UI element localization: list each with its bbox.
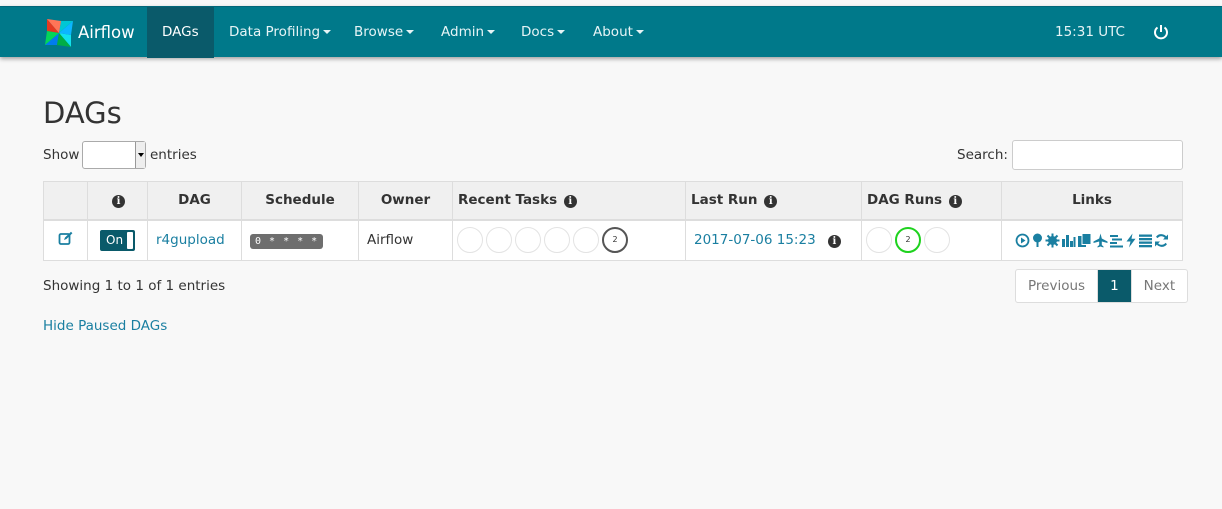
search-label: Search: [957,147,1008,163]
header-owner[interactable]: Owner [358,181,453,221]
nav-browse[interactable]: Browse [354,7,415,58]
nav-about[interactable]: About [593,7,644,58]
dags-table: i DAG Schedule Owner Recent Tasks i Last… [43,181,1183,261]
landing-times-icon[interactable] [1093,233,1108,248]
task-state-circle[interactable] [486,227,512,254]
pagination: Previous 1 Next [1015,269,1189,303]
schedule-cell: 0 * * * * [241,219,359,261]
nav-admin[interactable]: Admin [441,7,496,58]
schedule-badge[interactable]: 0 * * * * [250,233,324,249]
nav-docs[interactable]: Docs [521,7,566,58]
links-cell [1001,219,1183,261]
dag-run-circle[interactable] [866,227,892,254]
toggle-label: On [106,232,124,247]
brand-name: Airflow [78,23,135,42]
last-run-link[interactable]: 2017-07-06 15:23 [694,232,816,248]
recent-tasks-cell: 2 [452,219,686,261]
nav-data-profiling-label: Data Profiling [229,24,321,40]
info-icon[interactable]: i [563,195,577,209]
dag-cell: r4gupload [147,219,242,261]
task-tries-icon[interactable] [1077,232,1092,248]
toggle-cell: On [87,219,148,261]
task-state-circle[interactable] [515,227,541,254]
nav-docs-label: Docs [521,24,555,40]
info-icon: i [112,195,125,209]
header-last-run-label: Last Run [691,192,758,209]
show-label: Show [43,147,80,163]
select-arrow-icon [135,142,145,168]
info-icon[interactable]: i [948,195,962,209]
caret-down-icon [635,30,644,34]
edit-icon[interactable] [58,231,73,246]
header-schedule[interactable]: Schedule [241,181,359,221]
dag-run-circle[interactable] [924,227,950,254]
header-recent-tasks-label: Recent Tasks [458,192,558,209]
brand-logo[interactable]: Airflow [43,7,135,58]
header-last-run[interactable]: Last Run i [685,181,862,221]
caret-down-icon [323,30,332,34]
gantt-icon[interactable] [1109,233,1124,248]
search-input[interactable] [1012,140,1183,170]
dag-pause-toggle[interactable]: On [100,229,135,251]
caret-down-icon [487,30,496,34]
links-icon-group [1007,232,1177,248]
header-recent-tasks[interactable]: Recent Tasks i [452,181,686,221]
nav-dags-label: DAGs [162,24,199,40]
task-state-circle[interactable]: 2 [602,227,628,254]
previous-button[interactable]: Previous [1016,270,1099,302]
airflow-pinwheel-icon [45,18,73,47]
entries-select[interactable] [82,141,146,169]
trigger-dag-icon[interactable] [1015,233,1030,248]
task-state-circle[interactable] [457,227,483,254]
last-run-cell: 2017-07-06 15:23 i [685,219,862,261]
dag-runs-cell: 2 [861,219,1002,261]
page-1-button[interactable]: 1 [1098,270,1132,302]
nav-admin-label: Admin [441,24,485,40]
owner-cell: Airflow [358,219,453,261]
header-dag-runs[interactable]: DAG Runs i [861,181,1002,221]
tree-view-icon[interactable] [1031,233,1044,248]
code-bolt-icon[interactable] [1125,233,1137,248]
info-icon[interactable]: i [764,195,778,209]
caret-down-icon [557,30,566,34]
header-dag-runs-label: DAG Runs [867,192,943,209]
header-links: Links [1001,181,1183,221]
entries-label: entries [150,147,197,163]
table-row: On r4gupload 0 * * * * Airflow 2 2017-07… [43,219,1183,261]
task-state-circle[interactable] [544,227,570,254]
page-title: DAGs [43,96,122,130]
hide-paused-dags-link[interactable]: Hide Paused DAGs [43,318,167,334]
task-state-circle[interactable] [573,227,599,254]
nav-browse-label: Browse [354,24,404,40]
logs-list-icon[interactable] [1138,233,1153,248]
toggle-knob [127,231,133,249]
header-dag[interactable]: DAG [147,181,242,221]
nav-data-profiling[interactable]: Data Profiling [229,7,332,58]
header-info: i [87,181,148,221]
table-info: Showing 1 to 1 of 1 entries [43,278,226,294]
info-icon[interactable]: i [827,235,841,249]
dag-link[interactable]: r4gupload [156,232,225,248]
graph-view-icon[interactable] [1045,233,1060,248]
nav-about-label: About [593,24,633,40]
edit-cell [43,219,88,261]
power-icon[interactable] [1152,23,1170,41]
dag-run-circle[interactable]: 2 [895,227,921,254]
utc-clock: 15:31 UTC [1055,24,1125,40]
header-edit [43,181,88,221]
navbar: Airflow DAGs Data Profiling Browse Admin… [0,6,1222,58]
caret-down-icon [406,30,415,34]
next-button[interactable]: Next [1132,270,1187,302]
table-header-row: i DAG Schedule Owner Recent Tasks i Last… [43,181,1183,221]
nav-dags[interactable]: DAGs [147,7,214,58]
duration-chart-icon[interactable] [1061,233,1076,248]
refresh-icon[interactable] [1154,233,1169,248]
